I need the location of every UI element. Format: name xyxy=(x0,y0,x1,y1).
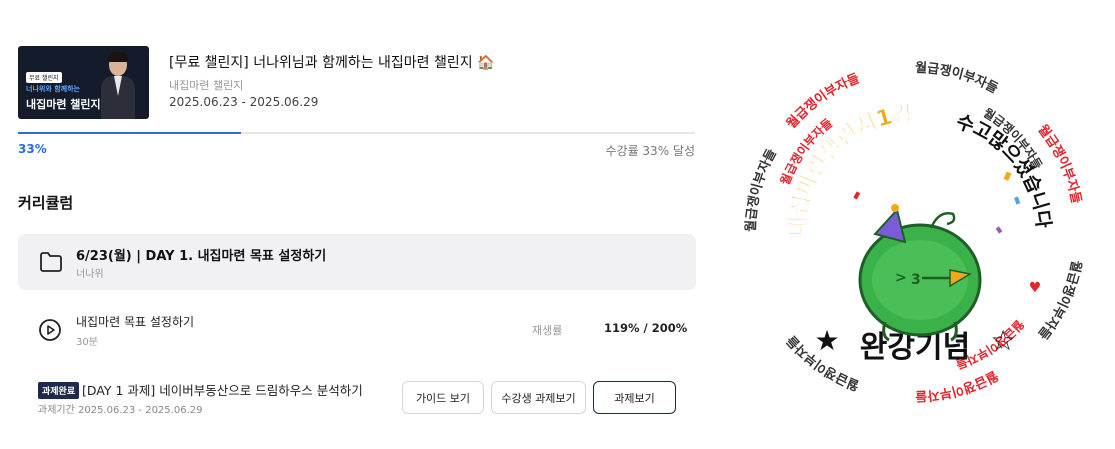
progress-percent: 33% xyxy=(18,142,47,156)
course-period: 2025.06.23 - 2025.06.29 xyxy=(169,95,319,109)
lesson-duration: 30분 xyxy=(76,337,98,348)
curriculum-heading: 커리큘럼 xyxy=(18,194,74,212)
chapter-title: 6/23(월) | DAY 1. 내집마련 목표 설정하기 xyxy=(76,249,327,264)
course-category: 내집마련 챌린지 xyxy=(169,79,244,92)
assignment-period: 과제기간 2025.06.23 - 2025.06.29 xyxy=(38,405,203,416)
heart-icon: ♥ xyxy=(1029,280,1042,296)
view-assignment-button[interactable]: 과제보기 xyxy=(593,381,676,414)
course-thumbnail: 무료 챌린지 너나위와 함께하는 내집마련 챌린지 xyxy=(18,46,149,119)
assignment-complete-badge: 과제완료 xyxy=(38,382,80,399)
chapter-row[interactable]: 6/23(월) | DAY 1. 내집마련 목표 설정하기 너나위 xyxy=(18,234,696,290)
progress-status: 수강률 33% 달성 xyxy=(605,144,695,158)
peer-assignments-button[interactable]: 수강생 과제보기 xyxy=(491,381,586,414)
lesson-title[interactable]: 내집마련 목표 설정하기 xyxy=(76,313,194,330)
guide-button[interactable]: 가이드 보기 xyxy=(402,381,484,414)
house-emoji-icon: 🏠 xyxy=(477,55,495,71)
progress-bar xyxy=(18,132,695,134)
progress-bar-fill xyxy=(18,132,242,134)
star-outline-icon: ☆ xyxy=(990,324,1015,357)
star-filled-icon: ★ xyxy=(814,324,839,357)
instructor-photo xyxy=(101,52,135,119)
folder-icon xyxy=(40,252,62,272)
course-title-text: [무료 챌린지] 너나위님과 함께하는 내집마련 챌린지 xyxy=(169,55,473,71)
svg-text:3: 3 xyxy=(911,272,921,288)
chapter-author: 너나위 xyxy=(76,269,104,280)
thumbnail-title: 내집마련 챌린지 xyxy=(26,98,101,111)
completion-sticker: 월급쟁이부자들 월급쟁이부자들 월급쟁이부자들 월급쟁이부자들 월급쟁이부자들 … xyxy=(737,54,1093,410)
play-rate-label: 재생률 xyxy=(532,324,563,337)
thumbnail-tag: 무료 챌린지 xyxy=(26,72,62,83)
thumbnail-subtitle: 너나위와 함께하는 xyxy=(26,85,80,93)
play-circle-icon[interactable] xyxy=(38,318,62,342)
assignment-title: [DAY 1 과제] 네이버부동산으로 드림하우스 분석하기 xyxy=(82,383,363,398)
play-rate-value: 119% / 200% xyxy=(604,321,688,335)
course-title: [무료 챌린지] 너나위님과 함께하는 내집마련 챌린지 🏠 xyxy=(169,52,495,72)
svg-text:>: > xyxy=(895,270,907,286)
